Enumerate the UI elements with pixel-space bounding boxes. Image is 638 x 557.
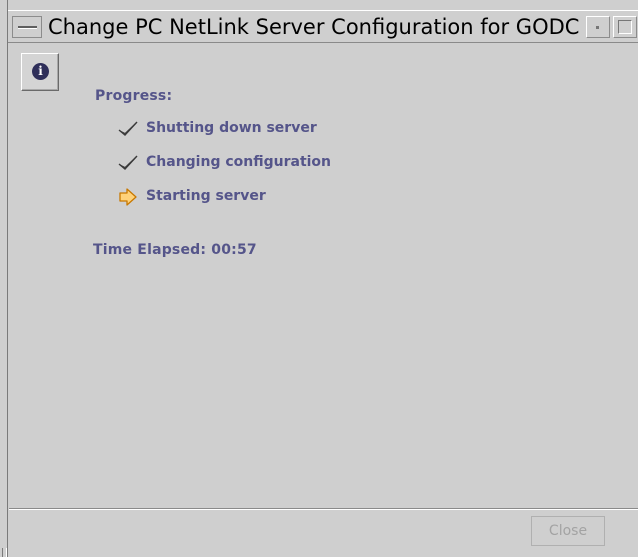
check-icon (118, 155, 138, 170)
progress-step-label: Starting server (146, 188, 266, 204)
check-icon (118, 121, 138, 136)
minimize-button[interactable] (586, 16, 610, 38)
time-elapsed: Time Elapsed: 00:57 (93, 242, 257, 258)
arrow-right-icon (119, 188, 137, 206)
window-left-border (0, 0, 8, 557)
maximize-icon (618, 20, 632, 34)
window-title: Change PC NetLink Server Configuration f… (48, 15, 580, 39)
maximize-button[interactable] (613, 16, 637, 38)
progress-step-label: Changing configuration (146, 154, 332, 170)
button-bar: Close (9, 510, 638, 557)
title-bar[interactable]: Change PC NetLink Server Configuration f… (8, 10, 638, 43)
window-menu-button[interactable] (12, 16, 42, 38)
progress-step-label: Shutting down server (146, 120, 317, 136)
window-menu-icon (18, 26, 37, 29)
resize-grip[interactable] (2, 548, 7, 557)
dialog-content: i Progress: Shutting down server Changin… (9, 43, 638, 508)
progress-heading: Progress: (95, 88, 173, 104)
info-icon: i (32, 63, 49, 80)
minimize-icon (596, 26, 599, 29)
close-button[interactable]: Close (531, 516, 605, 546)
info-button[interactable]: i (21, 53, 59, 91)
